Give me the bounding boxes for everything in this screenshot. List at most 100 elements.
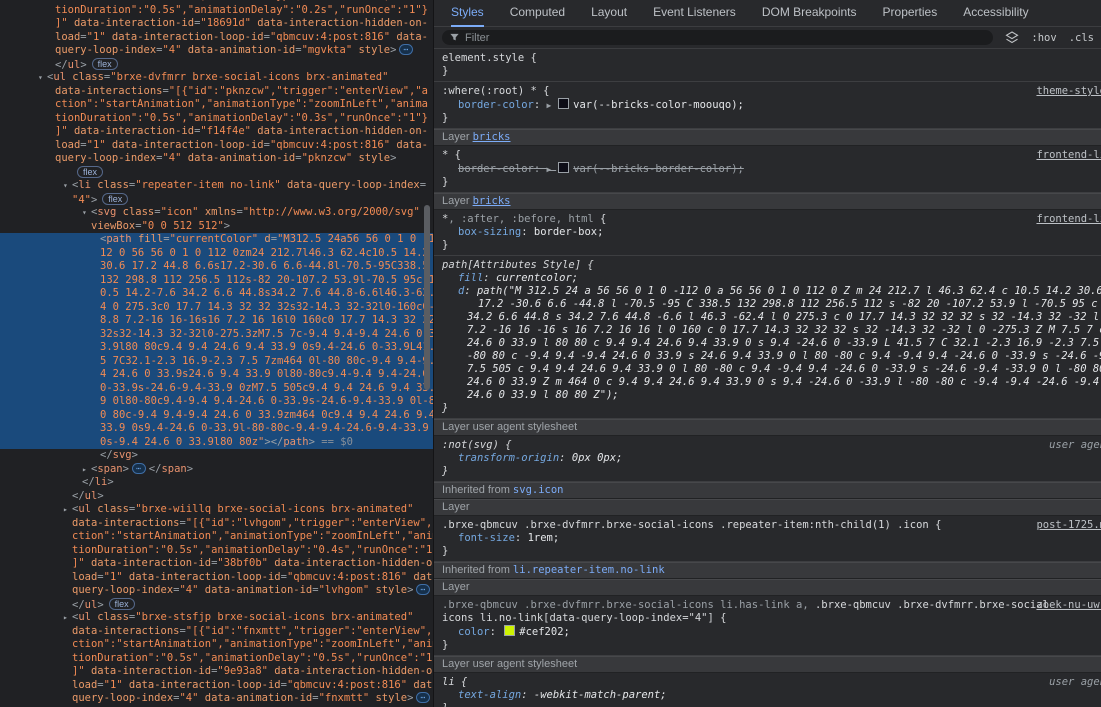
css-declaration[interactable]: fill: currentcolor; xyxy=(442,272,1094,285)
expand-ellipsis-button[interactable]: ⋯ xyxy=(416,692,430,703)
tab-dom-breakpoints[interactable]: DOM Breakpoints xyxy=(762,0,857,27)
tree-line[interactable]: <path fill="currentColor" d="M312.5 24a5… xyxy=(0,233,433,247)
stylesheet-source-link[interactable]: frontend-li xyxy=(1036,213,1101,226)
property-value[interactable]: var(--bricks-border-color); xyxy=(573,163,744,175)
tree-line[interactable]: ▸<ul class="brxe-wiillq brxe-social-icon… xyxy=(0,503,433,517)
property-name[interactable]: border-color xyxy=(458,99,534,111)
property-name[interactable]: text-align xyxy=(458,689,521,701)
tree-line[interactable]: 12 0 56 56 0 1 0 112 0zm24 212.7l46.3 62… xyxy=(0,247,433,261)
tree-line[interactable]: ▸<ul class="brxe-stsfjp brxe-social-icon… xyxy=(0,611,433,625)
tree-line[interactable]: 32s32-14.3 32-32l0-275.3zM7.5 7c-9.4 9.4… xyxy=(0,328,433,342)
toggle-element-classes-button[interactable]: .cls xyxy=(1069,32,1094,44)
color-swatch[interactable] xyxy=(504,625,515,636)
rule-selector[interactable]: icons li.no-link[data-query-loop-index="… xyxy=(442,612,1094,625)
section-header-link[interactable]: bricks xyxy=(473,131,511,143)
tree-line[interactable]: 4 24.6 0 33.9s24.6 9.4 33.9 0l80-80c9.4-… xyxy=(0,368,433,382)
tree-line[interactable]: ]" data-interaction-id="f14f4e" data-int… xyxy=(0,125,433,139)
tree-line[interactable]: </ul>flex xyxy=(0,598,433,612)
rule-selector[interactable]: :where(:root) * { xyxy=(442,85,1094,98)
tree-line[interactable]: </ul>flex xyxy=(0,58,433,72)
color-swatch[interactable] xyxy=(558,162,569,173)
css-declaration[interactable]: box-sizing: border-box; xyxy=(442,226,1094,239)
tab-accessibility[interactable]: Accessibility xyxy=(963,0,1028,27)
css-declaration[interactable]: font-size: 1rem; xyxy=(442,532,1094,545)
tree-line[interactable]: query-loop-index="4" data-animation-id="… xyxy=(0,584,433,598)
tree-line[interactable]: 132 298.8 112 256.5 112s-82 20-107.2 53.… xyxy=(0,274,433,288)
tree-line[interactable]: tionDuration":"0.5s","animationDelay":"0… xyxy=(0,4,433,18)
tree-line[interactable]: ▾<svg class="icon" xmlns="http://www.w3.… xyxy=(0,206,433,220)
flex-badge[interactable]: flex xyxy=(109,598,135,610)
property-value[interactable]: 1rem; xyxy=(528,532,560,544)
stylesheet-source-link[interactable]: theme-style xyxy=(1036,85,1101,98)
property-value[interactable]: border-box; xyxy=(534,226,604,238)
property-name[interactable]: fill xyxy=(458,272,483,284)
tree-line[interactable]: load="1" data-interaction-loop-id="qbmcu… xyxy=(0,139,433,153)
tree-line[interactable]: </ul> xyxy=(0,490,433,504)
tree-line[interactable]: data-interactions="[{"id":"lvhgom","trig… xyxy=(0,517,433,531)
tree-line[interactable]: ]" data-interaction-id="38bf0b" data-int… xyxy=(0,557,433,571)
css-declaration[interactable]: color: #cef202; xyxy=(442,625,1094,639)
property-name[interactable]: color xyxy=(458,626,490,638)
tree-line[interactable]: 0s-9.4 24.6 0 33.9l80 80z"></path> == $0 xyxy=(0,436,433,450)
tree-line[interactable]: load="1" data-interaction-loop-id="qbmcu… xyxy=(0,31,433,45)
tree-line[interactable]: 0 80c-9.4 9.4-9.4 24.6 0 33.9zm464 0c9.4… xyxy=(0,409,433,423)
property-value[interactable]: currentcolor; xyxy=(496,272,578,284)
tree-line[interactable]: tionDuration":"0.5s","animationDelay":"0… xyxy=(0,544,433,558)
tree-line[interactable]: ]" data-interaction-id="9e93a8" data-int… xyxy=(0,665,433,679)
flex-badge[interactable]: flex xyxy=(77,166,103,178)
property-value[interactable]: path("M 312.5 24 a 56 56 0 1 0 -112 0 a … xyxy=(477,285,1101,297)
rule-selector[interactable]: *, :after, :before, html { xyxy=(442,213,1094,226)
tree-line[interactable]: query-loop-index="4" data-animation-id="… xyxy=(0,44,433,58)
stylesheet-source-link[interactable]: user agen xyxy=(1049,676,1101,689)
property-name[interactable]: border-color xyxy=(458,163,534,175)
layers-icon[interactable] xyxy=(1005,31,1019,44)
tree-line[interactable]: viewBox="0 0 512 512"> xyxy=(0,220,433,234)
toggle-pseudo-state-button[interactable]: :hov xyxy=(1031,32,1056,44)
tab-properties[interactable]: Properties xyxy=(883,0,938,27)
tree-line[interactable]: tionDuration":"0.5s","animationDelay":"0… xyxy=(0,652,433,666)
tree-line[interactable]: ▾<ul class="brxe-dvfmrr brxe-social-icon… xyxy=(0,71,433,85)
rule-selector[interactable]: element.style { xyxy=(442,52,1094,65)
tree-line[interactable]: ction":"startAnimation","animationType":… xyxy=(0,530,433,544)
property-value[interactable]: 0px 0px; xyxy=(572,452,623,464)
rule-selector[interactable]: .brxe-qbmcuv .brxe-dvfmrr.brxe-social-ic… xyxy=(442,599,1094,612)
rule-selector[interactable]: :not(svg) { xyxy=(442,439,1094,452)
tree-line[interactable]: data-interactions="[{"id":"fnxmtt","trig… xyxy=(0,625,433,639)
color-swatch[interactable] xyxy=(558,98,569,109)
stylesheet-source-link[interactable]: zoek-nu-uw- xyxy=(1036,599,1101,612)
tree-line[interactable]: 8.8 7.2-16 16-16s16 7.2 16 16l0 160c0 17… xyxy=(0,314,433,328)
tree-line[interactable]: "4">flex xyxy=(0,193,433,207)
tree-line[interactable]: ▸<span>⋯</span> xyxy=(0,463,433,477)
elements-scrollbar-thumb[interactable] xyxy=(424,205,430,390)
rule-selector[interactable]: * { xyxy=(442,149,1094,162)
tree-line[interactable]: ]" data-interaction-id="18691d" data-int… xyxy=(0,17,433,31)
tree-line[interactable]: load="1" data-interaction-loop-id="qbmcu… xyxy=(0,679,433,693)
tree-line[interactable]: 0.5 14.2-7.6 34.2 6.6 44.8s34.2 7.6 44.8… xyxy=(0,287,433,301)
tree-line[interactable]: query-loop-index="4" data-animation-id="… xyxy=(0,152,433,166)
rule-selector[interactable]: path[Attributes Style] { xyxy=(442,259,1094,272)
tree-line[interactable]: </svg> xyxy=(0,449,433,463)
tree-line[interactable]: 0-33.9s-24.6-9.4-33.9 0zM7.5 505c9.4 9.4… xyxy=(0,382,433,396)
flex-badge[interactable]: flex xyxy=(102,193,128,205)
flex-badge[interactable]: flex xyxy=(92,58,118,70)
property-name[interactable]: box-sizing xyxy=(458,226,521,238)
css-declaration[interactable]: border-color: ▶ var(--bricks-border-colo… xyxy=(442,162,1094,176)
tab-layout[interactable]: Layout xyxy=(591,0,627,27)
css-declaration[interactable]: border-color: ▶ var(--bricks-color-moouq… xyxy=(442,98,1094,112)
tab-computed[interactable]: Computed xyxy=(510,0,565,27)
property-name[interactable]: transform-origin xyxy=(458,452,559,464)
tree-line[interactable]: ction":"startAnimation","animationType":… xyxy=(0,98,433,112)
section-header-link[interactable]: svg.icon xyxy=(513,484,564,496)
property-value[interactable]: -webkit-match-parent; xyxy=(534,689,667,701)
rule-selector[interactable]: li { xyxy=(442,676,1094,689)
property-name[interactable]: font-size xyxy=(458,532,515,544)
tree-line[interactable]: ction":"startAnimation","animationType":… xyxy=(0,638,433,652)
tree-line[interactable]: 9 0l80-80c9.4-9.4 9.4-24.6 0-33.9s-24.6-… xyxy=(0,395,433,409)
property-value[interactable]: var(--bricks-color-moouqo); xyxy=(573,99,744,111)
expand-value-icon[interactable]: ▶ xyxy=(547,101,557,110)
tree-line[interactable]: 4 0 275.3c0 17.7 14.3 32 32 32s32-14.3 3… xyxy=(0,301,433,315)
tab-event-listeners[interactable]: Event Listeners xyxy=(653,0,736,27)
expand-ellipsis-button[interactable]: ⋯ xyxy=(399,44,413,55)
tree-line[interactable]: flex xyxy=(0,166,433,180)
section-header-link[interactable]: li.repeater-item.no-link xyxy=(513,564,665,576)
